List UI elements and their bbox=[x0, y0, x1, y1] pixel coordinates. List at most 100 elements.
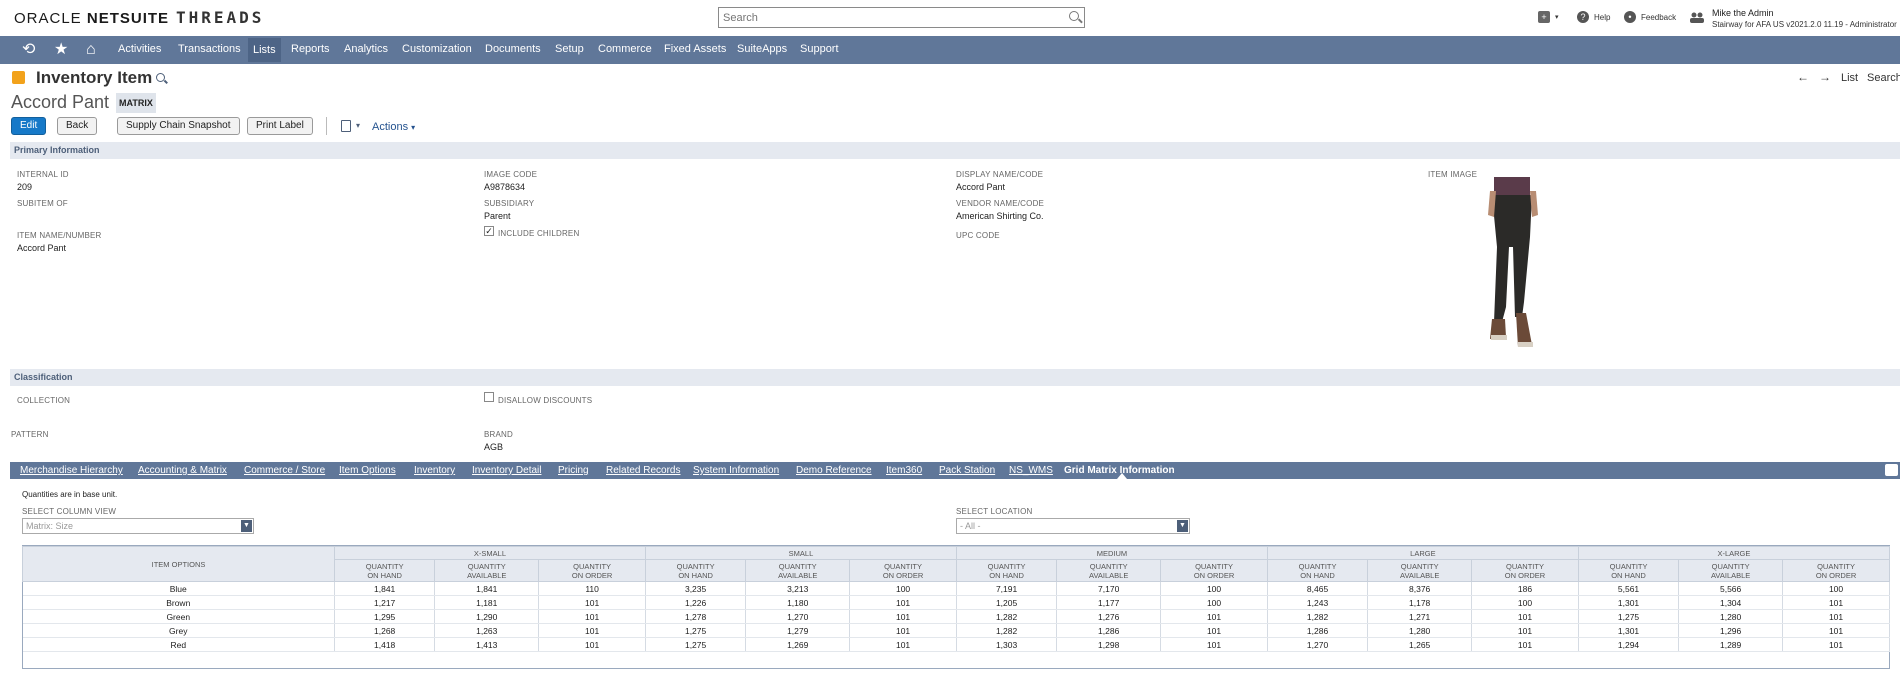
quantity-cell[interactable]: 1,275 bbox=[1578, 609, 1680, 624]
new-record-icon[interactable] bbox=[341, 120, 351, 132]
nav-activities[interactable]: Activities bbox=[118, 43, 161, 55]
quantity-cell[interactable]: 1,226 bbox=[645, 595, 747, 610]
tab-commerce-store[interactable]: Commerce / Store bbox=[244, 465, 325, 476]
create-new-icon[interactable]: + ▾ bbox=[1538, 11, 1559, 23]
quantity-cell[interactable]: 186 bbox=[1471, 581, 1579, 596]
actions-menu[interactable]: Actions ▾ bbox=[372, 121, 415, 133]
quantity-cell[interactable]: 7,170 bbox=[1056, 581, 1162, 596]
global-search[interactable] bbox=[718, 7, 1085, 28]
quantity-cell[interactable]: 1,298 bbox=[1056, 637, 1162, 652]
quantity-cell[interactable]: 1,178 bbox=[1367, 595, 1473, 610]
quantity-cell[interactable]: 8,376 bbox=[1367, 581, 1473, 596]
quantity-cell[interactable]: 1,841 bbox=[334, 581, 436, 596]
quantity-cell[interactable]: 1,276 bbox=[1056, 609, 1162, 624]
quantity-cell[interactable]: 1,269 bbox=[745, 637, 851, 652]
quantity-cell[interactable]: 3,235 bbox=[645, 581, 747, 596]
quantity-cell[interactable]: 3,213 bbox=[745, 581, 851, 596]
quantity-cell[interactable]: 1,177 bbox=[1056, 595, 1162, 610]
quantity-cell[interactable]: 110 bbox=[538, 581, 646, 596]
user-menu[interactable]: Mike the Admin Stairway for AFA US v2021… bbox=[1712, 7, 1897, 31]
quantity-cell[interactable]: 1,282 bbox=[956, 623, 1058, 638]
quantity-cell[interactable]: 101 bbox=[1782, 637, 1890, 652]
quantity-cell[interactable]: 101 bbox=[1471, 609, 1579, 624]
quantity-cell[interactable]: 101 bbox=[1471, 623, 1579, 638]
recent-records-icon[interactable]: ⟲ bbox=[22, 41, 35, 59]
quantity-cell[interactable]: 7,191 bbox=[956, 581, 1058, 596]
quantity-cell[interactable]: 101 bbox=[1160, 637, 1268, 652]
nav-lists[interactable]: Lists bbox=[248, 38, 281, 62]
search-link[interactable]: Search bbox=[1867, 72, 1900, 84]
nav-customization[interactable]: Customization bbox=[402, 43, 472, 55]
previous-record-arrow-icon[interactable]: ← bbox=[1797, 70, 1809, 84]
quantity-cell[interactable]: 100 bbox=[849, 581, 957, 596]
quantity-cell[interactable]: 1,290 bbox=[434, 609, 540, 624]
quantity-cell[interactable]: 1,217 bbox=[334, 595, 436, 610]
quantity-cell[interactable]: 100 bbox=[1160, 581, 1268, 596]
nav-setup[interactable]: Setup bbox=[555, 43, 584, 55]
quantity-cell[interactable]: 1,413 bbox=[434, 637, 540, 652]
nav-transactions[interactable]: Transactions bbox=[178, 43, 241, 55]
roles-icon[interactable] bbox=[1689, 11, 1705, 23]
quantity-cell[interactable]: 1,294 bbox=[1578, 637, 1680, 652]
threads-logo[interactable]: THREADS bbox=[176, 8, 264, 27]
quantity-cell[interactable]: 101 bbox=[849, 623, 957, 638]
quantity-cell[interactable]: 1,265 bbox=[1367, 637, 1473, 652]
nav-documents[interactable]: Documents bbox=[485, 43, 541, 55]
quantity-cell[interactable]: 101 bbox=[849, 637, 957, 652]
quantity-cell[interactable]: 1,280 bbox=[1367, 623, 1473, 638]
nav-suiteapps[interactable]: SuiteApps bbox=[737, 43, 787, 55]
quantity-cell[interactable]: 1,275 bbox=[645, 623, 747, 638]
quantity-cell[interactable]: 101 bbox=[538, 637, 646, 652]
quantity-cell[interactable]: 1,286 bbox=[1056, 623, 1162, 638]
help-link[interactable]: ? Help bbox=[1577, 11, 1610, 23]
search-icon[interactable] bbox=[1069, 11, 1079, 21]
tab-item360[interactable]: Item360 bbox=[886, 465, 922, 476]
quantity-cell[interactable]: 1,205 bbox=[956, 595, 1058, 610]
quantity-cell[interactable]: 5,561 bbox=[1578, 581, 1680, 596]
quantity-cell[interactable]: 101 bbox=[1471, 637, 1579, 652]
quantity-cell[interactable]: 1,418 bbox=[334, 637, 436, 652]
tab-pack-station[interactable]: Pack Station bbox=[939, 465, 995, 476]
nav-commerce[interactable]: Commerce bbox=[598, 43, 652, 55]
nav-analytics[interactable]: Analytics bbox=[344, 43, 388, 55]
tab-ns-wms[interactable]: NS_WMS bbox=[1009, 465, 1053, 476]
tab-accounting-matrix[interactable]: Accounting & Matrix bbox=[138, 465, 227, 476]
quantity-cell[interactable]: 1,303 bbox=[956, 637, 1058, 652]
list-link[interactable]: List bbox=[1841, 72, 1858, 84]
tab-related-records[interactable]: Related Records bbox=[606, 465, 680, 476]
tab-inventory[interactable]: Inventory bbox=[414, 465, 455, 476]
quantity-cell[interactable]: 1,181 bbox=[434, 595, 540, 610]
tab-item-options[interactable]: Item Options bbox=[339, 465, 396, 476]
item-image[interactable] bbox=[1472, 177, 1552, 352]
quantity-cell[interactable]: 100 bbox=[1782, 581, 1890, 596]
quantity-cell[interactable]: 101 bbox=[1782, 595, 1890, 610]
quantity-cell[interactable]: 100 bbox=[1471, 595, 1579, 610]
quantity-cell[interactable]: 1,282 bbox=[1267, 609, 1369, 624]
quantity-cell[interactable]: 1,180 bbox=[745, 595, 851, 610]
quantity-cell[interactable]: 8,465 bbox=[1267, 581, 1369, 596]
quantity-cell[interactable]: 1,280 bbox=[1678, 609, 1784, 624]
quantity-cell[interactable]: 1,295 bbox=[334, 609, 436, 624]
quantity-cell[interactable]: 1,289 bbox=[1678, 637, 1784, 652]
column-view-select[interactable]: Matrix: Size ▼ bbox=[22, 518, 254, 534]
supply-chain-snapshot-button[interactable]: Supply Chain Snapshot bbox=[117, 117, 240, 135]
oracle-netsuite-logo[interactable]: ORACLE NETSUITE bbox=[14, 10, 169, 27]
quantity-cell[interactable]: 1,304 bbox=[1678, 595, 1784, 610]
nav-reports[interactable]: Reports bbox=[291, 43, 330, 55]
location-dropdown-icon[interactable]: ▼ bbox=[1177, 520, 1188, 532]
quantity-cell[interactable]: 101 bbox=[1782, 623, 1890, 638]
quantity-cell[interactable]: 1,275 bbox=[645, 637, 747, 652]
quantity-cell[interactable]: 1,263 bbox=[434, 623, 540, 638]
nav-fixed-assets[interactable]: Fixed Assets bbox=[664, 43, 726, 55]
quantity-cell[interactable]: 1,278 bbox=[645, 609, 747, 624]
tab-system-information[interactable]: System Information bbox=[693, 465, 779, 476]
quantity-cell[interactable]: 101 bbox=[1782, 609, 1890, 624]
global-search-input[interactable] bbox=[719, 8, 1049, 28]
quantity-cell[interactable]: 1,841 bbox=[434, 581, 540, 596]
classification-header[interactable]: Classification bbox=[10, 369, 1900, 386]
quantity-cell[interactable]: 1,279 bbox=[745, 623, 851, 638]
quantity-cell[interactable]: 101 bbox=[849, 609, 957, 624]
quantity-cell[interactable]: 101 bbox=[1160, 623, 1268, 638]
location-select[interactable]: - All - ▼ bbox=[956, 518, 1190, 534]
quantity-cell[interactable]: 1,301 bbox=[1578, 623, 1680, 638]
